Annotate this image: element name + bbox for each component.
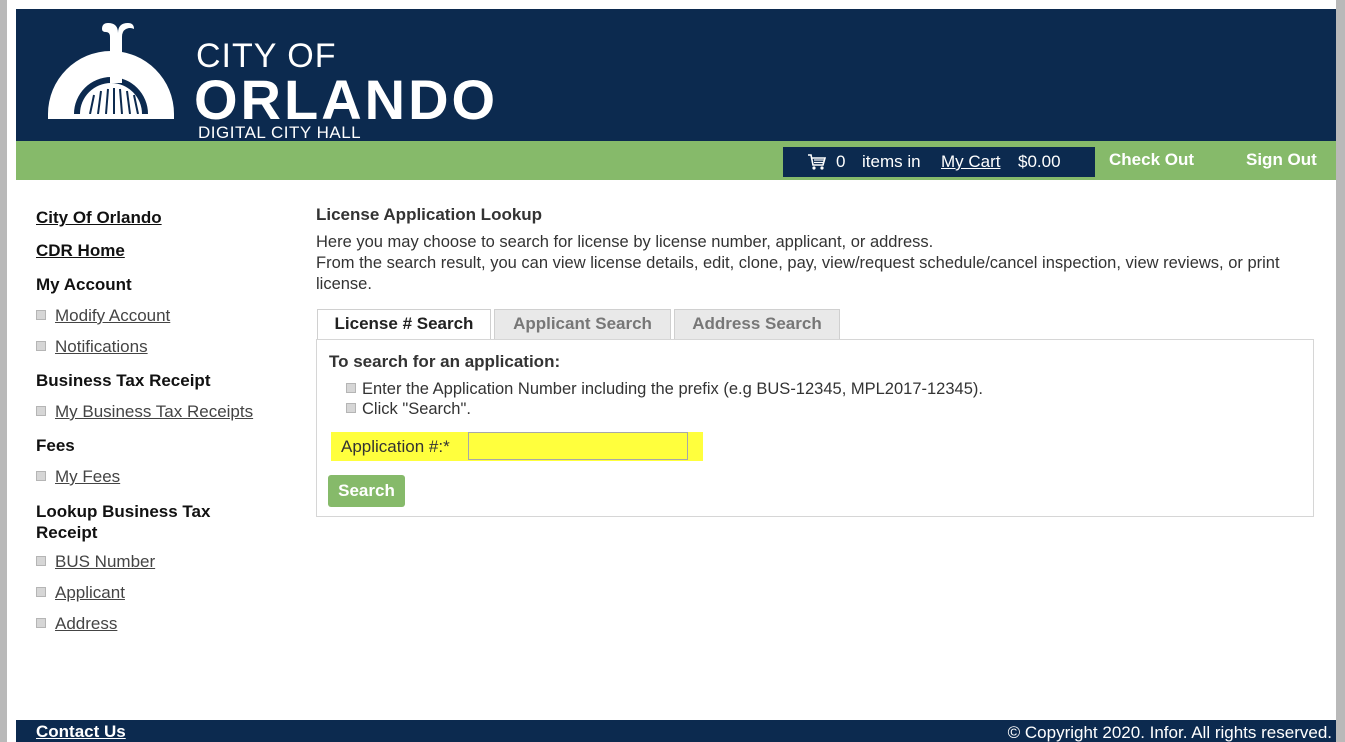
cart-items-in-label: items in [862, 152, 921, 171]
sign-out-link[interactable]: Sign Out [1246, 150, 1317, 170]
window-top-edge [0, 0, 1345, 9]
site-header: CITY OF ORLANDO DIGITAL CITY HALL [16, 9, 1336, 142]
page-title: License Application Lookup [316, 205, 543, 224]
copyright-text: © Copyright 2020. Infor. All rights rese… [1007, 723, 1332, 742]
instruction-item: Enter the Application Number including t… [346, 380, 983, 399]
sidebar-item-label: My Fees [55, 467, 121, 486]
page-description: Here you may choose to search for licens… [316, 232, 1296, 295]
cart-total: $0.00 [1018, 152, 1061, 171]
sidebar-item-modify-account[interactable]: Modify Account [36, 306, 170, 326]
square-bullet-icon [36, 586, 46, 597]
tab-address-search[interactable]: Address Search [674, 309, 840, 340]
top-nav-bar: 0 items in My Cart $0.00 Check Out Sign … [16, 141, 1336, 180]
panel-title: To search for an application: [329, 352, 561, 371]
page: CITY OF ORLANDO DIGITAL CITY HALL 0 item… [16, 9, 1336, 742]
square-bullet-icon [36, 309, 46, 320]
tab-license-number-search[interactable]: License # Search [317, 309, 491, 341]
instruction-text: Enter the Application Number including t… [362, 380, 983, 398]
sidebar-item-applicant[interactable]: Applicant [36, 583, 125, 603]
sidebar-heading-business-tax-receipt: Business Tax Receipt [36, 371, 211, 390]
search-button[interactable]: Search [328, 475, 405, 507]
square-bullet-icon [36, 555, 46, 566]
city-hall-dome-icon [48, 23, 174, 119]
instruction-item: Click "Search". [346, 400, 471, 419]
description-line-2: From the search result, you can view lic… [316, 254, 1280, 293]
sidebar-item-my-business-tax-receipts[interactable]: My Business Tax Receipts [36, 402, 253, 422]
site-footer: Contact Us © Copyright 2020. Infor. All … [16, 720, 1336, 742]
sidebar-item-label: My Business Tax Receipts [55, 402, 254, 421]
my-cart-link[interactable]: My Cart [941, 147, 1001, 177]
sidebar-item-my-fees[interactable]: My Fees [36, 467, 120, 487]
sidebar-heading-lookup-business-tax-receipt: Lookup Business Tax Receipt [36, 502, 211, 542]
sidebar-item-label: Address [55, 614, 118, 633]
sidebar-item-address[interactable]: Address [36, 614, 117, 634]
search-panel: To search for an application: Enter the … [316, 339, 1314, 517]
sidebar-heading-fees: Fees [36, 436, 75, 455]
sidebar-item-label: Applicant [55, 583, 125, 602]
logo-digital-city-hall: DIGITAL CITY HALL [198, 123, 362, 142]
instruction-text: Click "Search". [362, 400, 471, 418]
square-bullet-icon [36, 405, 46, 416]
tab-applicant-search[interactable]: Applicant Search [494, 309, 671, 340]
sidebar-item-label: Notifications [55, 337, 148, 356]
sidebar-item-label: BUS Number [55, 552, 156, 571]
sidebar-city-of-orlando-link[interactable]: City Of Orlando [36, 208, 162, 228]
square-bullet-icon [36, 340, 46, 351]
square-bullet-icon [36, 470, 46, 481]
sidebar-item-label: Modify Account [55, 306, 171, 325]
cart-summary: 0 items in My Cart $0.00 [783, 147, 1095, 177]
application-number-label: Application #:* [341, 437, 450, 456]
window-right-edge [1336, 0, 1345, 742]
contact-us-link[interactable]: Contact Us [36, 722, 126, 742]
shopping-cart-icon [808, 154, 827, 170]
application-number-input[interactable] [468, 432, 688, 460]
check-out-link[interactable]: Check Out [1109, 150, 1194, 170]
sidebar-item-notifications[interactable]: Notifications [36, 337, 148, 357]
square-bullet-icon [36, 617, 46, 628]
window-left-edge [0, 0, 7, 742]
description-line-1: Here you may choose to search for licens… [316, 233, 934, 251]
square-bullet-icon [346, 402, 356, 413]
city-logo[interactable]: CITY OF ORLANDO DIGITAL CITY HALL [46, 19, 495, 142]
square-bullet-icon [346, 382, 356, 393]
sidebar-heading-my-account: My Account [36, 275, 132, 294]
sidebar-item-bus-number[interactable]: BUS Number [36, 552, 155, 572]
sidebar-cdr-home-link[interactable]: CDR Home [36, 241, 125, 261]
cart-count: 0 [836, 152, 846, 171]
